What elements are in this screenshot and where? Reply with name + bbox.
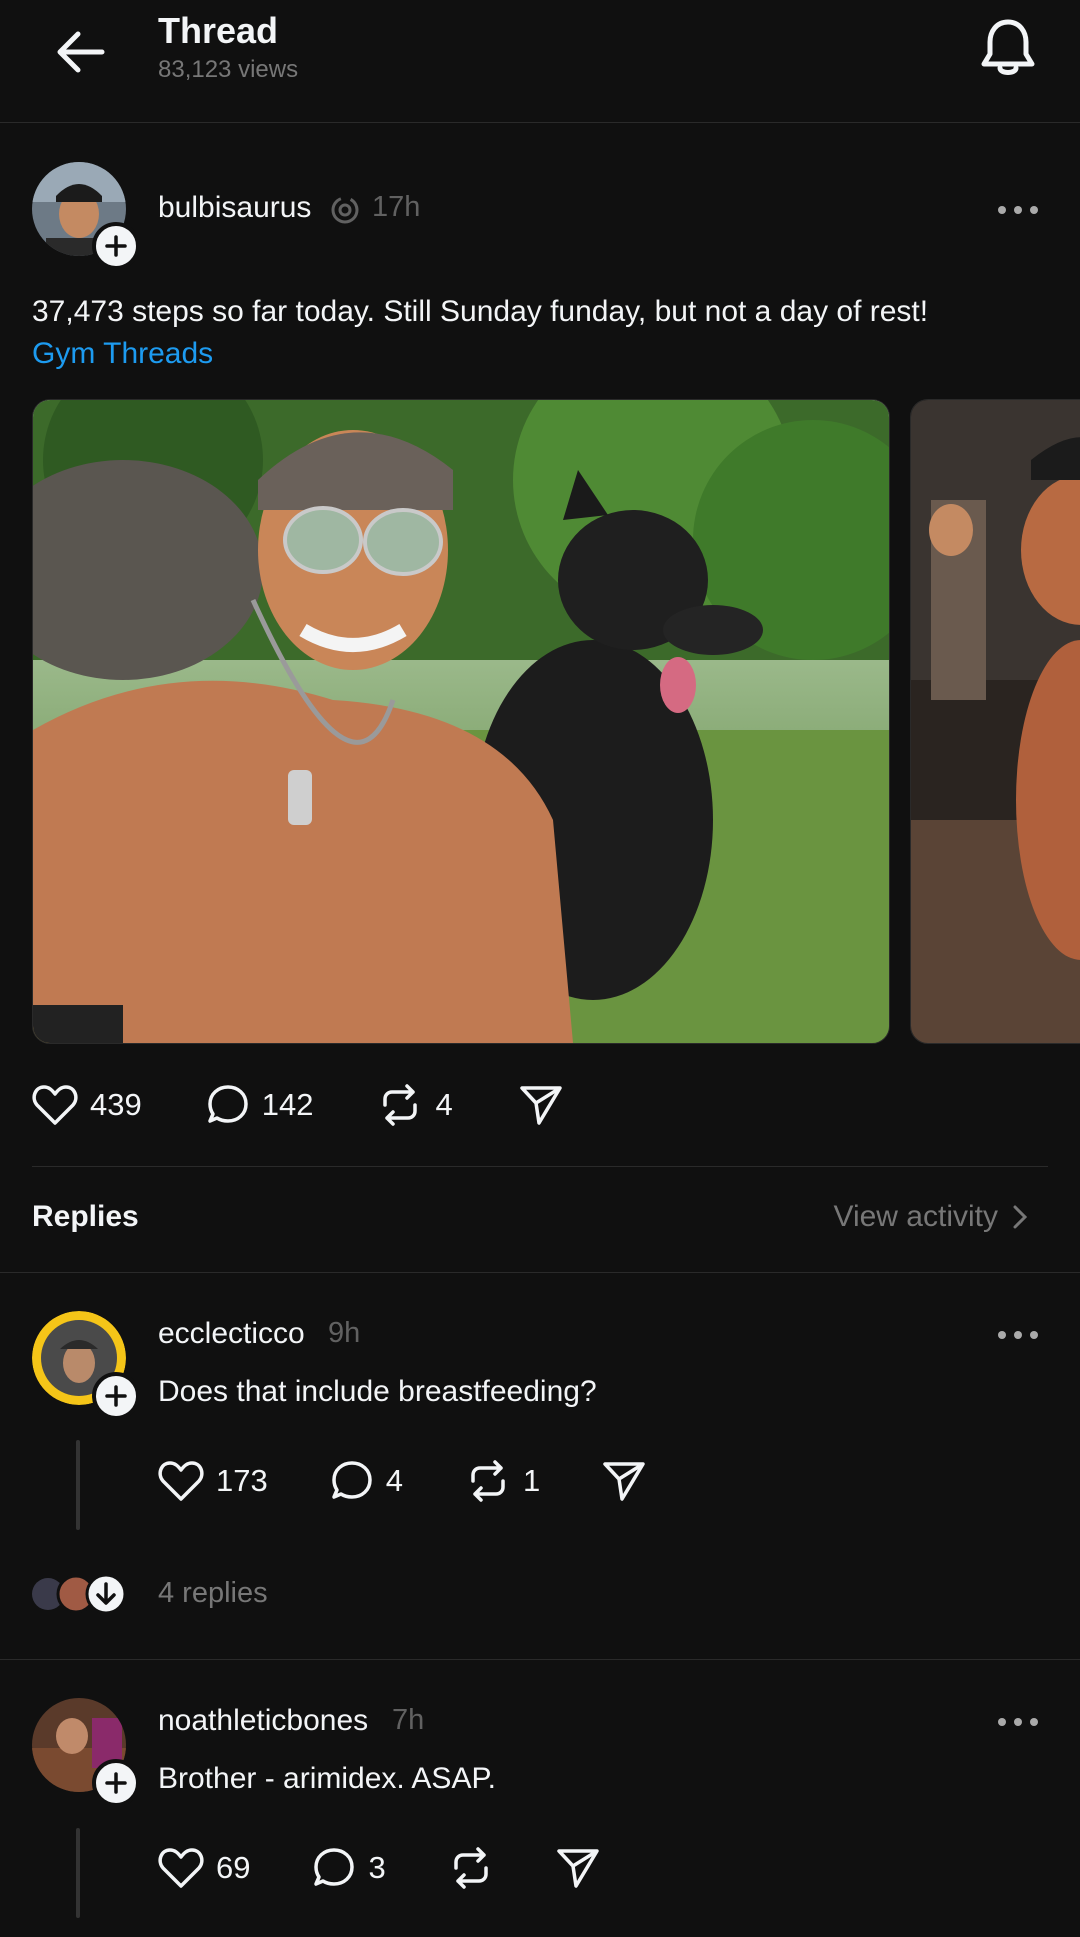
like-button[interactable]: 173 <box>158 1460 268 1502</box>
view-replies-link[interactable]: 4 replies <box>158 1577 268 1610</box>
share-button[interactable] <box>602 1460 646 1502</box>
reply-username[interactable]: ecclecticco <box>158 1317 305 1351</box>
heart-icon <box>158 1461 204 1501</box>
comment-count: 142 <box>261 1087 314 1122</box>
view-activity-label: View activity <box>833 1200 998 1233</box>
post-image[interactable] <box>32 399 890 1044</box>
repost-button[interactable] <box>448 1846 494 1890</box>
divider <box>0 1272 1080 1273</box>
comment-count: 3 <box>368 1850 386 1885</box>
post-text: 37,473 steps so far today. Still Sunday … <box>32 295 929 328</box>
heart-icon <box>32 1085 78 1125</box>
view-count: 83,123 views <box>158 56 299 83</box>
replies-heading: Replies <box>32 1200 139 1233</box>
repost-icon <box>471 1460 505 1502</box>
topic-tag-link[interactable]: Gym Threads <box>32 337 213 371</box>
reply-actions: 69 3 <box>158 1846 600 1890</box>
repost-button[interactable]: 1 <box>465 1459 540 1503</box>
follow-plus-icon[interactable] <box>92 222 140 270</box>
divider <box>32 1166 1048 1167</box>
comment-icon <box>331 1461 372 1499</box>
more-options-icon[interactable] <box>996 1325 1040 1345</box>
comment-icon <box>314 1848 355 1886</box>
like-button[interactable]: 439 <box>32 1084 142 1126</box>
like-button[interactable]: 69 <box>158 1847 250 1889</box>
thread-line <box>76 1440 80 1530</box>
post-image-secondary[interactable] <box>910 399 1080 1044</box>
follow-plus-icon[interactable] <box>92 1372 140 1420</box>
repost-icon <box>453 1847 488 1889</box>
comment-icon <box>207 1085 248 1123</box>
reply-time: 9h <box>328 1317 361 1349</box>
repost-icon <box>383 1084 418 1126</box>
reply-actions: 173 4 1 <box>158 1459 646 1503</box>
reply-avatars-stack[interactable] <box>30 1572 130 1616</box>
send-icon <box>519 1086 562 1125</box>
bell-icon[interactable] <box>978 16 1038 80</box>
post-time: 17h <box>372 191 421 223</box>
reply-username[interactable]: noathleticbones <box>158 1704 368 1738</box>
repost-count: 1 <box>522 1463 541 1498</box>
reply-text: Brother - arimidex. ASAP. <box>158 1762 496 1795</box>
send-icon <box>556 1849 599 1888</box>
top-bar: Thread 83,123 views <box>0 0 1080 123</box>
chevron-right-icon <box>1013 1205 1028 1229</box>
verified-badge-icon <box>330 195 360 225</box>
reply-text: Does that include breastfeeding? <box>158 1375 597 1408</box>
reply-time: 7h <box>392 1704 425 1736</box>
comment-button[interactable]: 4 <box>330 1459 403 1503</box>
like-count: 439 <box>90 1087 142 1122</box>
repost-button[interactable]: 4 <box>377 1083 453 1127</box>
thread-line <box>76 1828 80 1918</box>
comment-button[interactable]: 3 <box>312 1846 386 1890</box>
send-icon <box>603 1462 645 1501</box>
like-count: 69 <box>216 1850 251 1885</box>
like-count: 173 <box>216 1463 268 1498</box>
post-username[interactable]: bulbisaurus <box>158 191 311 225</box>
share-button[interactable] <box>519 1084 563 1126</box>
heart-icon <box>158 1848 204 1888</box>
comment-count: 4 <box>385 1463 403 1498</box>
post-actions: 439 142 4 <box>32 1083 563 1127</box>
view-activity-link[interactable]: View activity <box>833 1200 1032 1234</box>
share-button[interactable] <box>556 1847 600 1889</box>
follow-plus-icon[interactable] <box>92 1759 140 1807</box>
more-options-icon[interactable] <box>996 200 1040 220</box>
page-title: Thread <box>158 10 279 51</box>
divider <box>0 1659 1080 1660</box>
back-arrow-icon[interactable] <box>50 22 110 82</box>
repost-count: 4 <box>435 1087 453 1122</box>
more-options-icon[interactable] <box>996 1712 1040 1732</box>
comment-button[interactable]: 142 <box>206 1083 314 1127</box>
